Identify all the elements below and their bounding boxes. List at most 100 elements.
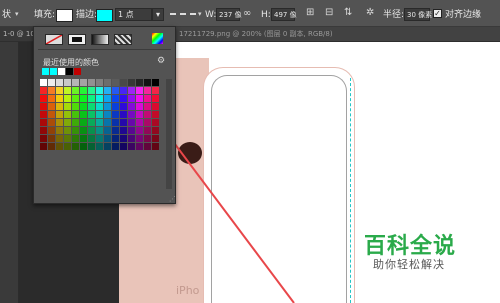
color-swatch[interactable] bbox=[144, 79, 151, 86]
color-swatch[interactable] bbox=[104, 87, 111, 94]
color-swatch[interactable] bbox=[80, 87, 87, 94]
color-swatch[interactable] bbox=[120, 87, 127, 94]
color-swatch[interactable] bbox=[144, 87, 151, 94]
color-swatch[interactable] bbox=[128, 95, 135, 102]
arrange-icon[interactable]: ⇅ bbox=[344, 7, 352, 19]
color-swatch[interactable] bbox=[72, 135, 79, 142]
color-swatch[interactable] bbox=[104, 95, 111, 102]
color-swatch[interactable] bbox=[128, 143, 135, 150]
color-swatch[interactable] bbox=[120, 79, 127, 86]
color-swatch[interactable] bbox=[72, 143, 79, 150]
color-swatch[interactable] bbox=[112, 87, 119, 94]
recent-color-swatch[interactable] bbox=[50, 68, 57, 75]
color-swatch[interactable] bbox=[72, 159, 79, 166]
color-swatch[interactable] bbox=[128, 103, 135, 110]
color-swatch[interactable] bbox=[136, 159, 143, 166]
color-swatch[interactable] bbox=[136, 135, 143, 142]
color-swatch[interactable] bbox=[128, 159, 135, 166]
color-swatch[interactable] bbox=[64, 79, 71, 86]
color-swatch[interactable] bbox=[112, 135, 119, 142]
color-swatch[interactable] bbox=[136, 87, 143, 94]
color-swatch[interactable] bbox=[120, 135, 127, 142]
color-swatch[interactable] bbox=[40, 87, 47, 94]
color-swatch[interactable] bbox=[136, 151, 143, 158]
color-swatch[interactable] bbox=[96, 119, 103, 126]
align-left-icon[interactable]: ⊞ bbox=[306, 7, 314, 19]
color-swatch[interactable] bbox=[56, 159, 63, 166]
color-swatch[interactable] bbox=[56, 95, 63, 102]
color-swatch[interactable] bbox=[128, 135, 135, 142]
width-field[interactable]: 237 像 bbox=[216, 8, 242, 21]
color-swatch[interactable] bbox=[136, 127, 143, 134]
color-swatch[interactable] bbox=[144, 95, 151, 102]
panel-scrollbar[interactable] bbox=[166, 79, 172, 189]
color-swatch[interactable] bbox=[128, 151, 135, 158]
color-swatch[interactable] bbox=[88, 143, 95, 150]
color-swatch[interactable] bbox=[96, 95, 103, 102]
color-swatch[interactable] bbox=[128, 127, 135, 134]
color-swatch[interactable] bbox=[136, 143, 143, 150]
color-swatch[interactable] bbox=[56, 119, 63, 126]
color-swatch[interactable] bbox=[88, 135, 95, 142]
color-swatch[interactable] bbox=[152, 119, 159, 126]
color-swatch[interactable] bbox=[64, 143, 71, 150]
color-swatch[interactable] bbox=[152, 111, 159, 118]
color-swatch[interactable] bbox=[96, 135, 103, 142]
color-swatch[interactable] bbox=[104, 79, 111, 86]
color-swatch[interactable] bbox=[88, 79, 95, 86]
color-swatch[interactable] bbox=[112, 103, 119, 110]
color-swatch[interactable] bbox=[64, 111, 71, 118]
color-swatch[interactable] bbox=[152, 127, 159, 134]
color-swatch[interactable] bbox=[80, 95, 87, 102]
solid-color-button[interactable] bbox=[68, 34, 86, 45]
color-swatch[interactable] bbox=[64, 119, 71, 126]
color-swatch[interactable] bbox=[136, 79, 143, 86]
chevron-down-icon[interactable]: ▾ bbox=[15, 8, 19, 20]
color-swatch[interactable] bbox=[96, 127, 103, 134]
color-swatch[interactable] bbox=[56, 79, 63, 86]
color-swatch[interactable] bbox=[48, 127, 55, 134]
no-fill-icon[interactable] bbox=[45, 34, 63, 45]
color-swatch[interactable] bbox=[72, 87, 79, 94]
chain-link-icon[interactable]: ∞ bbox=[243, 8, 251, 20]
color-swatch[interactable] bbox=[96, 111, 103, 118]
color-swatch[interactable] bbox=[56, 87, 63, 94]
mode-select[interactable]: 状 bbox=[2, 9, 11, 21]
chevron-down-icon[interactable]: ▾ bbox=[198, 8, 202, 20]
color-swatch[interactable] bbox=[152, 143, 159, 150]
color-swatch[interactable] bbox=[72, 79, 79, 86]
color-swatch[interactable] bbox=[152, 87, 159, 94]
color-swatch[interactable] bbox=[48, 159, 55, 166]
color-swatch[interactable] bbox=[144, 151, 151, 158]
color-swatch[interactable] bbox=[136, 95, 143, 102]
color-swatch[interactable] bbox=[112, 151, 119, 158]
color-swatch[interactable] bbox=[152, 151, 159, 158]
color-swatch[interactable] bbox=[104, 135, 111, 142]
color-swatch[interactable] bbox=[88, 103, 95, 110]
color-swatch[interactable] bbox=[112, 127, 119, 134]
gradient-icon[interactable] bbox=[91, 34, 109, 45]
color-swatch[interactable] bbox=[120, 151, 127, 158]
color-swatch[interactable] bbox=[120, 103, 127, 110]
color-swatch[interactable] bbox=[80, 79, 87, 86]
stroke-width-dropdown[interactable]: ▾ bbox=[152, 8, 164, 21]
color-swatch[interactable] bbox=[88, 159, 95, 166]
color-swatch[interactable] bbox=[120, 159, 127, 166]
color-swatch[interactable] bbox=[64, 135, 71, 142]
color-swatch[interactable] bbox=[96, 159, 103, 166]
pattern-button[interactable] bbox=[114, 34, 132, 45]
color-swatch[interactable] bbox=[80, 151, 87, 158]
color-swatch[interactable] bbox=[152, 103, 159, 110]
color-swatch[interactable] bbox=[112, 111, 119, 118]
color-swatch[interactable] bbox=[48, 151, 55, 158]
color-swatch[interactable] bbox=[80, 111, 87, 118]
color-swatch[interactable] bbox=[112, 119, 119, 126]
color-swatch[interactable] bbox=[48, 119, 55, 126]
color-swatch[interactable] bbox=[144, 127, 151, 134]
color-swatch[interactable] bbox=[104, 127, 111, 134]
color-swatch[interactable] bbox=[64, 127, 71, 134]
color-swatch[interactable] bbox=[128, 119, 135, 126]
resize-handle-icon[interactable]: ⋰ bbox=[169, 195, 176, 203]
color-swatch[interactable] bbox=[72, 151, 79, 158]
color-swatch[interactable] bbox=[72, 119, 79, 126]
